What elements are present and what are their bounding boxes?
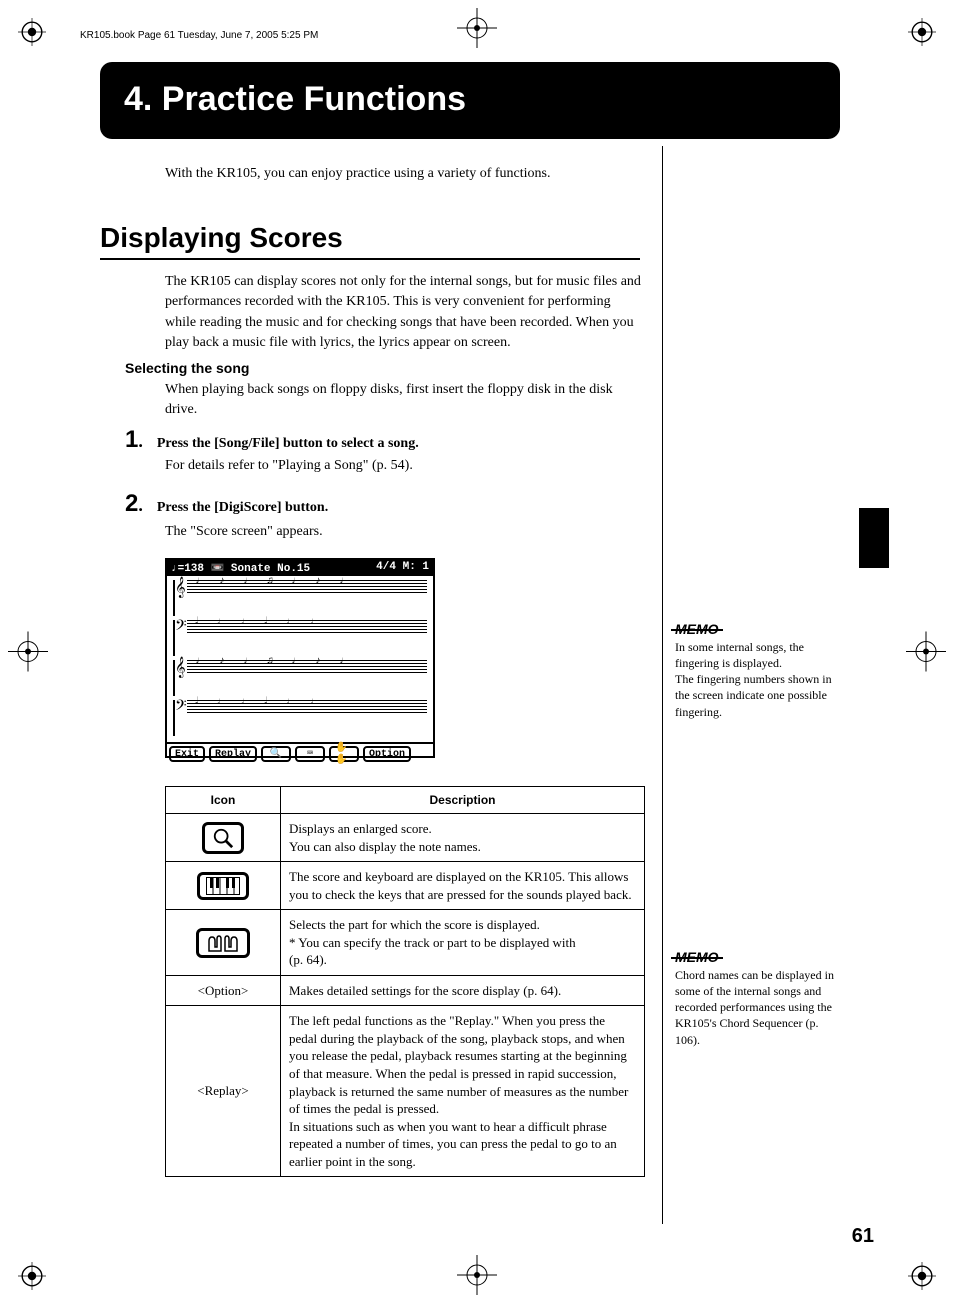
score-staves: 1 2 3 𝄞 ♩ ♪ ♩ ♫ ♩ ♪ ♩ 𝄢 𝅗𝅥 ♩ ♩ 𝅗𝅥 ♩ ♩ 𝄞 … (167, 576, 433, 742)
table-desc: The left pedal functions as the "Replay.… (281, 1006, 645, 1177)
icon-description-table: Icon Description Displays an enlarged sc… (165, 786, 645, 1177)
step-title: Press the [Song/File] button to select a… (157, 436, 419, 452)
table-header-icon: Icon (166, 787, 281, 814)
registration-mark-icon (908, 18, 936, 46)
table-row: Selects the part for which the score is … (166, 910, 645, 976)
section-heading: Displaying Scores (100, 222, 640, 260)
score-measure: M: 1 (403, 561, 429, 573)
step-number: 1 (125, 426, 138, 454)
page-number: 61 (852, 1225, 874, 1248)
memo-text: Chord names can be displayed in some of … (675, 968, 834, 1047)
memo-label-icon: MEMO (675, 948, 719, 967)
score-replay-button[interactable]: Replay (209, 746, 257, 762)
side-registration-icon (457, 8, 497, 53)
score-option-button[interactable]: Option (363, 746, 411, 762)
step-title: Press the [DigiScore] button. (157, 500, 328, 516)
memo-text: In some internal songs, the fingering is… (675, 640, 832, 719)
replay-label: <Replay> (166, 1006, 281, 1177)
magnify-icon (202, 822, 244, 854)
subsection-body: When playing back songs on floppy disks,… (165, 380, 635, 419)
registration-mark-icon (908, 1262, 936, 1290)
step-number: 2 (125, 490, 138, 518)
margin-divider (662, 146, 663, 1224)
score-screen: ♩=138 📼 Sonate No.15 4/4 M: 1 1 2 3 𝄞 ♩ … (165, 558, 435, 758)
table-header-desc: Description (281, 787, 645, 814)
keyboard-icon[interactable]: ⌨ (295, 746, 325, 762)
score-time-sig: 4/4 (376, 561, 396, 573)
table-desc: The score and keyboard are displayed on … (281, 862, 645, 910)
table-row: Displays an enlarged score.You can also … (166, 814, 645, 862)
registration-mark-icon (18, 18, 46, 46)
table-row: The score and keyboard are displayed on … (166, 862, 645, 910)
keyboard-icon (197, 872, 249, 900)
chapter-side-tab (859, 508, 889, 568)
subsection-heading: Selecting the song (125, 360, 249, 376)
memo-note-2: MEMO Chord names can be displayed in som… (675, 948, 845, 1048)
memo-label-icon: MEMO (675, 620, 719, 639)
table-row: <Replay> The left pedal functions as the… (166, 1006, 645, 1177)
score-toolbar: Exit Replay 🔍 ⌨ ✋✋ Option (167, 742, 433, 764)
side-registration-icon (906, 632, 946, 677)
registration-mark-icon (18, 1262, 46, 1290)
table-row: <Option> Makes detailed settings for the… (166, 975, 645, 1006)
section-body: The KR105 can display scores not only fo… (165, 272, 645, 353)
table-desc: Selects the part for which the score is … (281, 910, 645, 976)
option-label: <Option> (166, 975, 281, 1006)
print-header-line: KR105.book Page 61 Tuesday, June 7, 2005… (80, 30, 318, 41)
side-registration-icon (8, 632, 48, 677)
step-1-body: For details refer to "Playing a Song" (p… (165, 458, 413, 474)
score-exit-button[interactable]: Exit (169, 746, 205, 762)
hands-icon[interactable]: ✋✋ (329, 746, 359, 762)
chapter-title: 4. Practice Functions (124, 80, 816, 119)
step-2-body: The "Score screen" appears. (165, 524, 323, 540)
table-desc: Makes detailed settings for the score di… (281, 975, 645, 1006)
magnify-icon[interactable]: 🔍 (261, 746, 291, 762)
intro-paragraph: With the KR105, you can enjoy practice u… (165, 165, 645, 184)
table-desc: Displays an enlarged score.You can also … (281, 814, 645, 862)
step-2: 2. Press the [DigiScore] button. (125, 490, 645, 518)
step-1: 1. Press the [Song/File] button to selec… (125, 426, 645, 454)
memo-note-1: MEMO In some internal songs, the fingeri… (675, 620, 845, 720)
side-registration-icon (457, 1255, 497, 1300)
hands-icon (196, 928, 250, 958)
chapter-title-bar: 4. Practice Functions (100, 62, 840, 139)
